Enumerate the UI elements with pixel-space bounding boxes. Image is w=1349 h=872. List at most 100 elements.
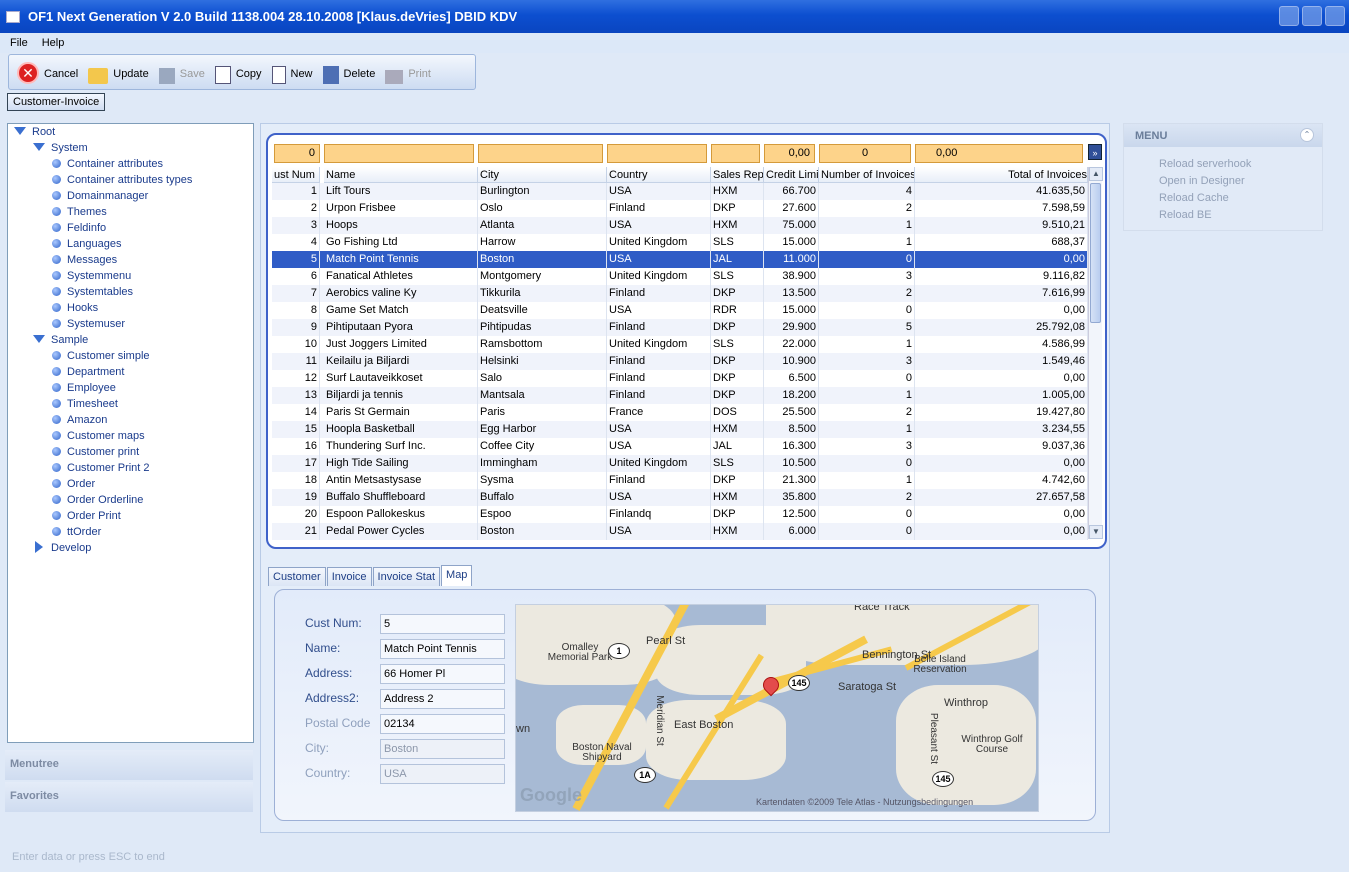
tab-map[interactable]: Map (441, 565, 473, 586)
tree-item[interactable]: Customer maps (52, 428, 145, 444)
column-header[interactable]: Total of Invoices (915, 167, 1088, 183)
save-button[interactable]: Save (158, 68, 205, 84)
table-row[interactable]: 20 Espoon Pallokeskus Espoo Finlandq DKP 12.5… (272, 506, 1088, 523)
filter-cust-num[interactable]: 0 (274, 144, 320, 163)
scroll-up-icon[interactable]: ▲ (1089, 167, 1103, 181)
tree-item[interactable]: Feldinfo (52, 220, 106, 236)
column-header[interactable]: Credit Limit (764, 167, 819, 183)
column-header[interactable]: Number of Invoices (819, 167, 915, 183)
table-row[interactable]: 6 Fanatical Athletes Montgomery United King… (272, 268, 1088, 285)
address2-field[interactable]: Address 2 (380, 689, 505, 709)
tree-system[interactable]: System (33, 140, 88, 156)
filter-name[interactable] (324, 144, 474, 163)
table-row[interactable]: 13 Biljardi ja tennis Mantsala Finland DKP 18… (272, 387, 1088, 404)
tree-item[interactable]: Themes (52, 204, 107, 220)
table-row[interactable]: 15 Hoopla Basketball Egg Harbor USA HXM 8.500… (272, 421, 1088, 438)
google-map[interactable]: Race Track Omalley Memorial Park Pearl St B… (515, 604, 1039, 812)
tree-item[interactable]: Department (52, 364, 124, 380)
column-header[interactable]: Sales Rep (711, 167, 764, 183)
column-header[interactable]: Name (324, 167, 478, 183)
table-row[interactable]: 19 Buffalo Shuffleboard Buffalo USA HXM 35.80… (272, 489, 1088, 506)
tree-item[interactable]: Container attributes (52, 156, 163, 172)
expand-icon[interactable]: » (1088, 144, 1102, 160)
tree-item[interactable]: ttOrder (52, 524, 101, 540)
chevron-up-icon[interactable]: ⌃ (1300, 128, 1314, 142)
favorites-section[interactable]: Favorites (5, 782, 253, 812)
filter-total[interactable]: 0,00 (915, 144, 1083, 163)
table-row[interactable]: 10 Just Joggers Limited Ramsbottom United K… (272, 336, 1088, 353)
tree-item[interactable]: Systemtables (52, 284, 133, 300)
minimize-button[interactable] (1279, 6, 1299, 26)
table-row[interactable]: 5 Match Point Tennis Boston USA JAL 11.000 0 0,… (272, 251, 1088, 268)
tree-item[interactable]: Messages (52, 252, 117, 268)
menu-item[interactable]: Reload Cache (1159, 192, 1322, 206)
tree-item[interactable]: Order (52, 476, 95, 492)
print-button[interactable]: Print (385, 68, 431, 84)
tree-item[interactable]: Order Orderline (52, 492, 143, 508)
table-row[interactable]: 4 Go Fishing Ltd Harrow United Kingdom SLS 15… (272, 234, 1088, 251)
tree-item[interactable]: Customer simple (52, 348, 150, 364)
filter-credit-limit[interactable]: 0,00 (764, 144, 815, 163)
new-button[interactable]: New (271, 66, 313, 84)
country-field[interactable]: USA (380, 764, 505, 784)
menu-file[interactable]: File (10, 37, 28, 49)
city-field[interactable]: Boston (380, 739, 505, 759)
cust-num-field[interactable]: 5 (380, 614, 505, 634)
tree-sample[interactable]: Sample (33, 332, 88, 348)
tree-item[interactable]: Domainmanager (52, 188, 148, 204)
table-row[interactable]: 8 Game Set Match Deatsville USA RDR 15.000 0 0,… (272, 302, 1088, 319)
tree-item[interactable]: Languages (52, 236, 121, 252)
table-row[interactable]: 14 Paris St Germain Paris France DOS 25.500 2 1… (272, 404, 1088, 421)
tree-item[interactable]: Customer print (52, 444, 139, 460)
maximize-button[interactable] (1302, 6, 1322, 26)
column-header[interactable]: ust Num (272, 167, 320, 183)
menu-item[interactable]: Reload serverhook (1159, 158, 1322, 172)
update-button[interactable]: Update (88, 68, 149, 84)
delete-button[interactable]: Delete (322, 66, 375, 84)
table-row[interactable]: 1 Lift Tours Burlington USA HXM 66.700 4 41.635… (272, 183, 1088, 200)
table-row[interactable]: 21 Pedal Power Cycles Boston USA HXM 6.000 0 0,… (272, 523, 1088, 540)
address-field[interactable]: 66 Homer Pl (380, 664, 505, 684)
menu-header[interactable]: MENU ⌃ (1124, 124, 1322, 147)
tree-item[interactable]: Customer Print 2 (52, 460, 150, 476)
table-row[interactable]: 2 Urpon Frisbee Oslo Finland DKP 27.600 2 7.598… (272, 200, 1088, 217)
filter-sales-rep[interactable] (711, 144, 760, 163)
tree-item[interactable]: Employee (52, 380, 116, 396)
customer-invoice-tab[interactable]: Customer-Invoice (7, 93, 106, 111)
column-header[interactable]: Country (607, 167, 711, 183)
tree-item[interactable]: Container attributes types (52, 172, 192, 188)
tree-item[interactable]: Hooks (52, 300, 98, 316)
scroll-thumb[interactable] (1090, 183, 1101, 323)
tree-item[interactable]: Timesheet (52, 396, 118, 412)
menutree-section[interactable]: Menutree (5, 750, 253, 780)
tree-item[interactable]: Amazon (52, 412, 107, 428)
name-field[interactable]: Match Point Tennis (380, 639, 505, 659)
tree-item[interactable]: Systemmenu (52, 268, 131, 284)
table-row[interactable]: 11 Keilailu ja Biljardi Helsinki Finland DKP… (272, 353, 1088, 370)
menu-item[interactable]: Open in Designer (1159, 175, 1322, 189)
table-row[interactable]: 7 Aerobics valine Ky Tikkurila Finland DKP 13… (272, 285, 1088, 302)
table-row[interactable]: 12 Surf Lautaveikkoset Salo Finland DKP 6.500… (272, 370, 1088, 387)
table-row[interactable]: 16 Thundering Surf Inc. Coffee City USA JAL 1… (272, 438, 1088, 455)
scroll-down-icon[interactable]: ▼ (1089, 525, 1103, 539)
column-header[interactable]: City (478, 167, 607, 183)
cancel-button[interactable]: ✕ Cancel (17, 62, 78, 84)
tab-customer[interactable]: Customer (268, 567, 326, 586)
tab-invoice-stat[interactable]: Invoice Stat (372, 567, 441, 586)
close-window-button[interactable] (1325, 6, 1345, 26)
menu-help[interactable]: Help (42, 37, 65, 49)
tree-develop[interactable]: Develop (35, 540, 91, 556)
copy-button[interactable]: Copy (214, 66, 262, 84)
table-row[interactable]: 3 Hoops Atlanta USA HXM 75.000 1 9.510,21 (272, 217, 1088, 234)
filter-country[interactable] (607, 144, 707, 163)
grid-scrollbar[interactable]: ▲ ▼ (1088, 167, 1103, 539)
table-row[interactable]: 17 High Tide Sailing Immingham United Kingd… (272, 455, 1088, 472)
tree-item[interactable]: Systemuser (52, 316, 125, 332)
tab-invoice[interactable]: Invoice (326, 567, 372, 586)
table-row[interactable]: 9 Pihtiputaan Pyora Pihtipudas Finland DKP 29… (272, 319, 1088, 336)
filter-city[interactable] (478, 144, 603, 163)
tree-item[interactable]: Order Print (52, 508, 121, 524)
postal-code-field[interactable]: 02134 (380, 714, 505, 734)
filter-invoices[interactable]: 0 (819, 144, 911, 163)
tree-root[interactable]: Root (14, 124, 55, 140)
